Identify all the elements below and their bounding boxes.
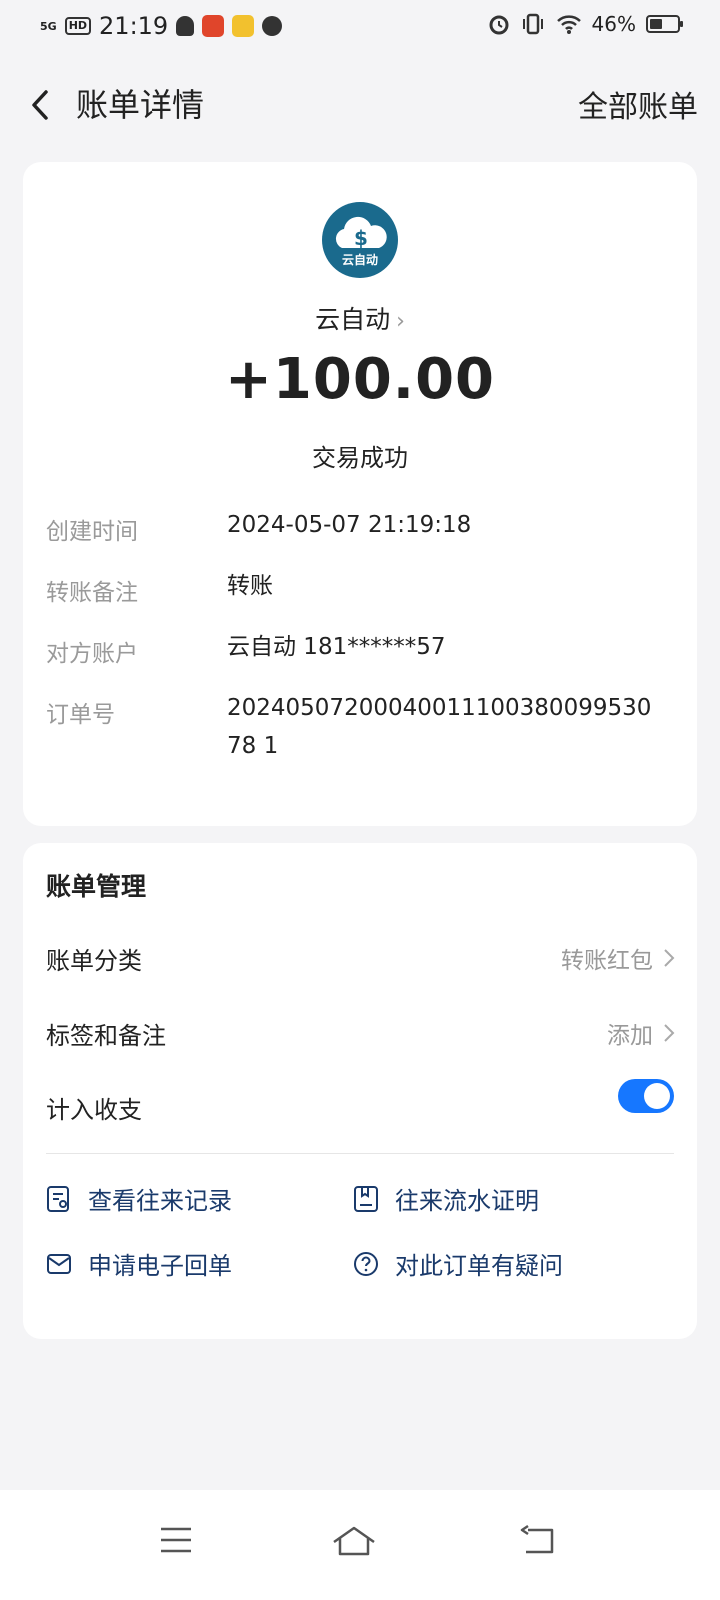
play-icon	[262, 16, 283, 36]
transaction-card: $ 云自动 云自动 › +100.00 交易成功 创建时间 2024-05-07 …	[23, 162, 697, 826]
detail-label-created: 创建时间	[46, 519, 138, 545]
e-receipt-link[interactable]: 申请电子回单	[46, 1246, 232, 1281]
nav-bar: 账单详情 全部账单	[0, 70, 720, 140]
category-value: 转账红包	[561, 948, 653, 974]
back-arrow-icon[interactable]	[26, 88, 56, 122]
battery-icon	[646, 15, 683, 33]
system-navigation-bar	[0, 1490, 720, 1600]
all-bills-link[interactable]: 全部账单	[578, 82, 698, 126]
section-title: 账单管理	[46, 872, 147, 901]
chevron-right-icon	[664, 1024, 675, 1042]
detail-value-account: 云自动 181******57	[227, 634, 446, 660]
svg-text:$: $	[354, 226, 368, 250]
tags-label: 标签和备注	[46, 1022, 166, 1050]
chevron-right-icon: ›	[396, 309, 405, 334]
signal-indicator: 5G	[40, 19, 57, 33]
count-in-ledger-toggle[interactable]	[618, 1079, 674, 1113]
view-records-link[interactable]: 查看往来记录	[46, 1181, 232, 1216]
category-row-value[interactable]: 转账红包	[561, 941, 675, 975]
qq-icon	[176, 16, 195, 36]
transaction-status: 交易成功	[312, 444, 408, 472]
merchant-name: 云自动	[315, 305, 391, 334]
detail-value-remark: 转账	[227, 573, 273, 599]
app-notification-icon-2	[232, 15, 255, 37]
status-time: 21:19	[99, 12, 169, 40]
records-icon	[47, 1185, 69, 1212]
home-icon[interactable]	[330, 1524, 378, 1558]
page-title: 账单详情	[76, 86, 205, 124]
detail-label-order: 订单号	[46, 702, 115, 728]
flow-proof-link[interactable]: 往来流水证明	[353, 1181, 539, 1216]
detail-value-order: 2024050720004001110038009953078 1	[227, 695, 652, 759]
cloud-dollar-icon: $ 云自动	[335, 216, 387, 267]
alarm-icon	[489, 15, 509, 35]
order-question-link[interactable]: 对此订单有疑问	[353, 1246, 563, 1281]
mail-icon	[47, 1253, 71, 1274]
view-records-label: 查看往来记录	[88, 1187, 232, 1215]
count-in-ledger-label: 计入收支	[46, 1096, 142, 1124]
menu-icon[interactable]	[158, 1524, 194, 1556]
tags-value: 添加	[607, 1023, 653, 1049]
category-label: 账单分类	[46, 947, 142, 975]
merchant-logo: $ 云自动	[322, 202, 398, 278]
wifi-icon	[556, 15, 581, 34]
divider	[46, 1153, 674, 1154]
battery-percent: 46%	[591, 12, 636, 36]
tags-row-value[interactable]: 添加	[607, 1016, 675, 1050]
vibrate-icon	[522, 13, 543, 35]
detail-label-remark: 转账备注	[46, 580, 138, 606]
detail-label-account: 对方账户	[46, 641, 138, 667]
proof-icon	[354, 1185, 378, 1212]
flow-proof-label: 往来流水证明	[395, 1187, 539, 1215]
merchant-name-row[interactable]: 云自动 ›	[23, 300, 697, 336]
hd-indicator: HD	[64, 17, 92, 35]
order-question-label: 对此订单有疑问	[395, 1252, 563, 1280]
detail-value-created: 2024-05-07 21:19:18	[227, 512, 472, 538]
e-receipt-label: 申请电子回单	[88, 1252, 232, 1280]
logo-text: 云自动	[342, 252, 378, 267]
back-nav-icon[interactable]	[518, 1524, 558, 1556]
bill-management-card: 账单管理 账单分类 转账红包 标签和备注 添加 计入收支 查看往来记录 往来流水…	[23, 843, 697, 1339]
status-bar: 5G HD 21:19 46%	[0, 0, 720, 56]
question-icon	[354, 1251, 378, 1276]
transaction-amount: +100.00	[224, 347, 496, 412]
chevron-right-icon	[664, 949, 675, 967]
app-notification-icon	[202, 15, 225, 37]
